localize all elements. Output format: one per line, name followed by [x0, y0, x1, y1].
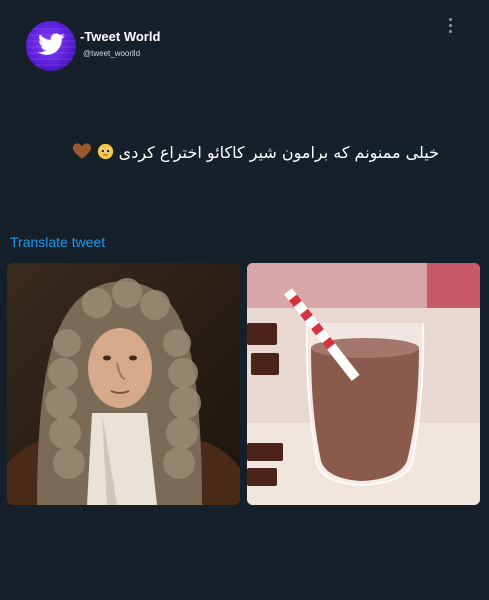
chocolate-milk-photo[interactable] [247, 263, 480, 505]
twitter-bird-icon [26, 28, 76, 66]
tweet-text-row: خیلی ممنونم که برامون شیر کاکائو اختراع … [73, 143, 439, 164]
pleading-face-emoji [97, 143, 114, 164]
portrait-photo[interactable] [7, 263, 240, 505]
brown-heart-emoji [73, 143, 92, 164]
display-name[interactable]: -Tweet World [80, 29, 160, 44]
translate-tweet-link[interactable]: Translate tweet [10, 234, 105, 250]
more-vertical-icon[interactable] [444, 16, 456, 38]
avatar[interactable] [26, 21, 76, 71]
tweet-text: خیلی ممنونم که برامون شیر کاکائو اختراع … [118, 143, 439, 162]
user-handle[interactable]: @tweet_woorlld [83, 49, 140, 58]
